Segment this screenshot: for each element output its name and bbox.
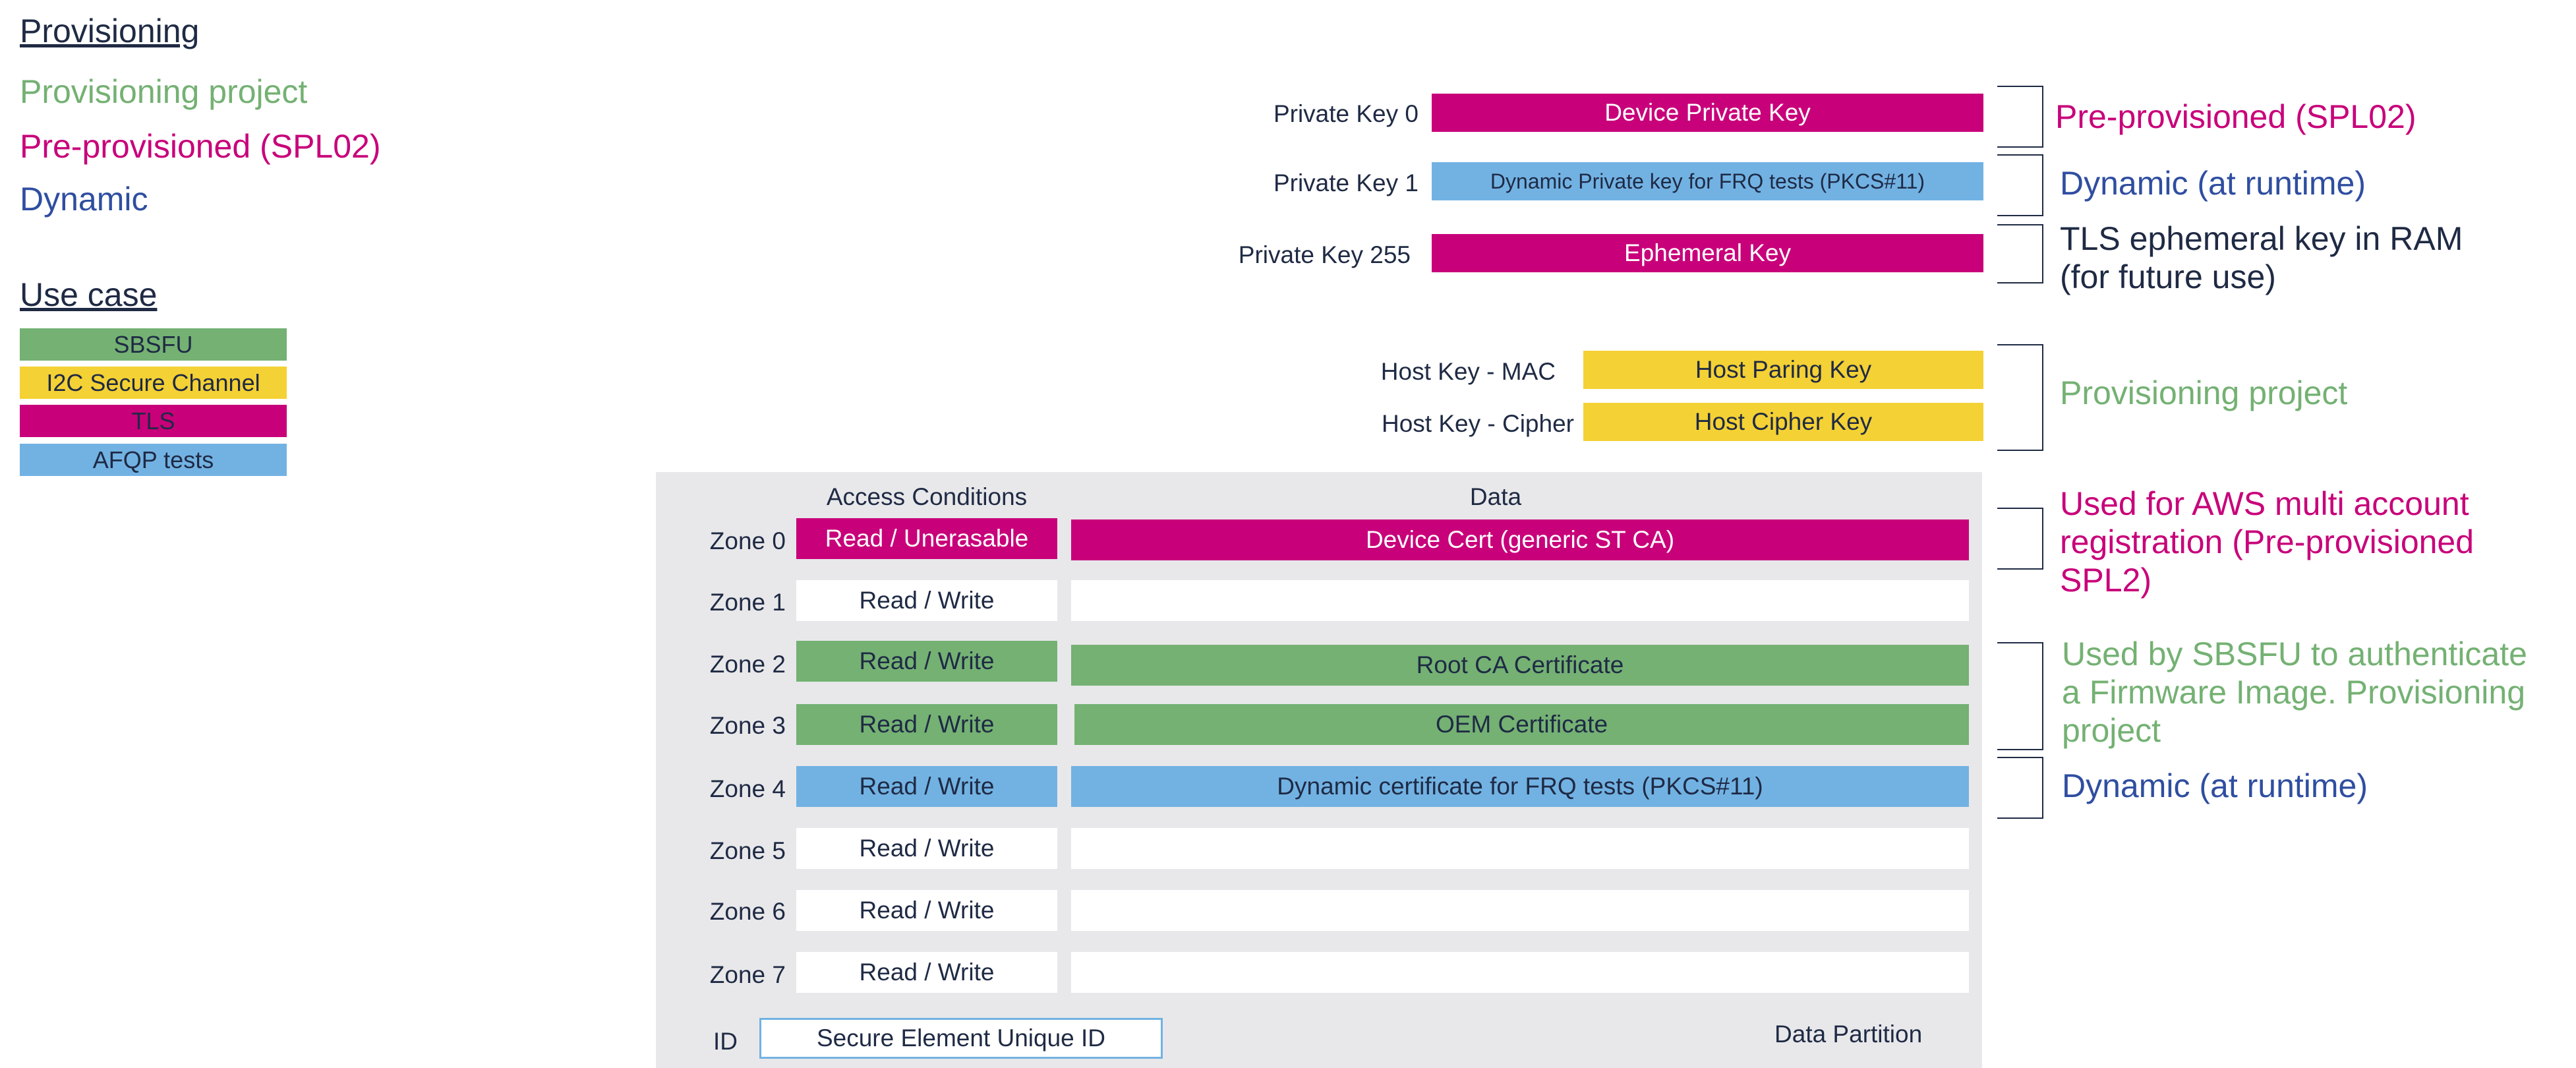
zone-3-data: OEM Certificate: [1074, 704, 1969, 745]
legend-item-provisioning-project: Provisioning project: [20, 73, 308, 110]
annotation-zone-2-3-line-2: a Firmware Image. Provisioning: [2062, 674, 2526, 711]
bracket-key-255: [1997, 224, 2043, 283]
zone-2-data: Root CA Certificate: [1071, 645, 1969, 686]
zone-5-data: [1071, 828, 1969, 869]
annotation-zone-0-line-2: registration (Pre-provisioned: [2060, 523, 2474, 560]
host-key-cipher-label: Host Key - Cipher: [1382, 410, 1574, 437]
zone-6-label: Zone 6: [709, 898, 786, 925]
zone-5-access: Read / Write: [796, 828, 1057, 869]
bracket-key-1: [1997, 154, 2043, 216]
private-key-255-value: Ephemeral Key: [1432, 234, 1983, 272]
annotation-key-255-line-1: TLS ephemeral key in RAM: [2060, 220, 2463, 257]
annotation-key-1: Dynamic (at runtime): [2060, 165, 2366, 202]
zone-5-label: Zone 5: [709, 837, 786, 864]
use-case-i2c-secure-channel: I2C Secure Channel: [20, 367, 287, 399]
host-key-cipher-value: Host Cipher Key: [1583, 403, 1983, 441]
annotation-zone-2-3-line-1: Used by SBSFU to authenticate: [2062, 636, 2527, 672]
annotation-zone-2-3-line-3: project: [2062, 712, 2161, 749]
zone-3-label: Zone 3: [709, 712, 786, 739]
zone-1-data: [1071, 580, 1969, 621]
zone-4-data: Dynamic certificate for FRQ tests (PKCS#…: [1071, 766, 1969, 807]
annotation-zone-0-line-1: Used for AWS multi account: [2060, 485, 2469, 522]
legend-provisioning-title: Provisioning: [20, 13, 200, 49]
data-header: Data: [1469, 483, 1522, 510]
bracket-zone-4: [1997, 757, 2043, 819]
zone-7-access: Read / Write: [796, 952, 1057, 993]
annotation-zone-4: Dynamic (at runtime): [2062, 767, 2368, 804]
data-partition-label: Data Partition: [1774, 1021, 1923, 1048]
use-case-sbsfu: SBSFU: [20, 328, 287, 361]
zone-4-access: Read / Write: [796, 766, 1057, 807]
zone-7-data: [1071, 952, 1969, 993]
annotation-key-0: Pre-provisioned (SPL02): [2055, 98, 2416, 135]
zone-2-label: Zone 2: [709, 651, 786, 678]
zone-6-data: [1071, 890, 1969, 931]
zone-3-access: Read / Write: [796, 704, 1057, 745]
legend-item-dynamic: Dynamic: [20, 181, 148, 218]
zone-1-label: Zone 1: [709, 589, 786, 616]
id-label: ID: [713, 1028, 738, 1055]
use-case-tls: TLS: [20, 405, 287, 437]
zone-1-access: Read / Write: [796, 580, 1057, 621]
zone-4-label: Zone 4: [709, 775, 786, 802]
private-key-255-label: Private Key 255: [1238, 241, 1411, 268]
zone-6-access: Read / Write: [796, 890, 1057, 931]
legend-use-case-title: Use case: [20, 276, 158, 313]
access-conditions-header: Access Conditions: [826, 483, 1028, 510]
bracket-key-0: [1997, 86, 2043, 148]
private-key-1-value: Dynamic Private key for FRQ tests (PKCS#…: [1432, 162, 1983, 200]
private-key-0-value: Device Private Key: [1432, 94, 1983, 132]
bracket-zone-0: [1997, 508, 2043, 570]
zone-0-data: Device Cert (generic ST CA): [1071, 519, 1969, 560]
private-key-0-label: Private Key 0: [1273, 100, 1419, 127]
annotation-zone-0-line-3: SPL2): [2060, 562, 2152, 599]
bracket-zone-2-3: [1997, 642, 2043, 750]
annotation-host-keys: Provisioning project: [2060, 374, 2348, 411]
secure-element-unique-id: Secure Element Unique ID: [759, 1018, 1163, 1059]
host-key-mac-value: Host Paring Key: [1583, 351, 1983, 389]
annotation-key-255-line-2: (for future use): [2060, 258, 2276, 295]
bracket-host-keys: [1997, 344, 2043, 451]
host-key-mac-label: Host Key - MAC: [1380, 358, 1556, 385]
private-key-1-label: Private Key 1: [1273, 169, 1419, 196]
legend-item-pre-provisioned: Pre-provisioned (SPL02): [20, 128, 381, 165]
use-case-afqp-tests: AFQP tests: [20, 444, 287, 476]
zone-2-access: Read / Write: [796, 641, 1057, 682]
zone-0-access: Read / Unerasable: [796, 518, 1057, 559]
zone-0-label: Zone 0: [709, 527, 786, 554]
zone-7-label: Zone 7: [709, 961, 786, 988]
